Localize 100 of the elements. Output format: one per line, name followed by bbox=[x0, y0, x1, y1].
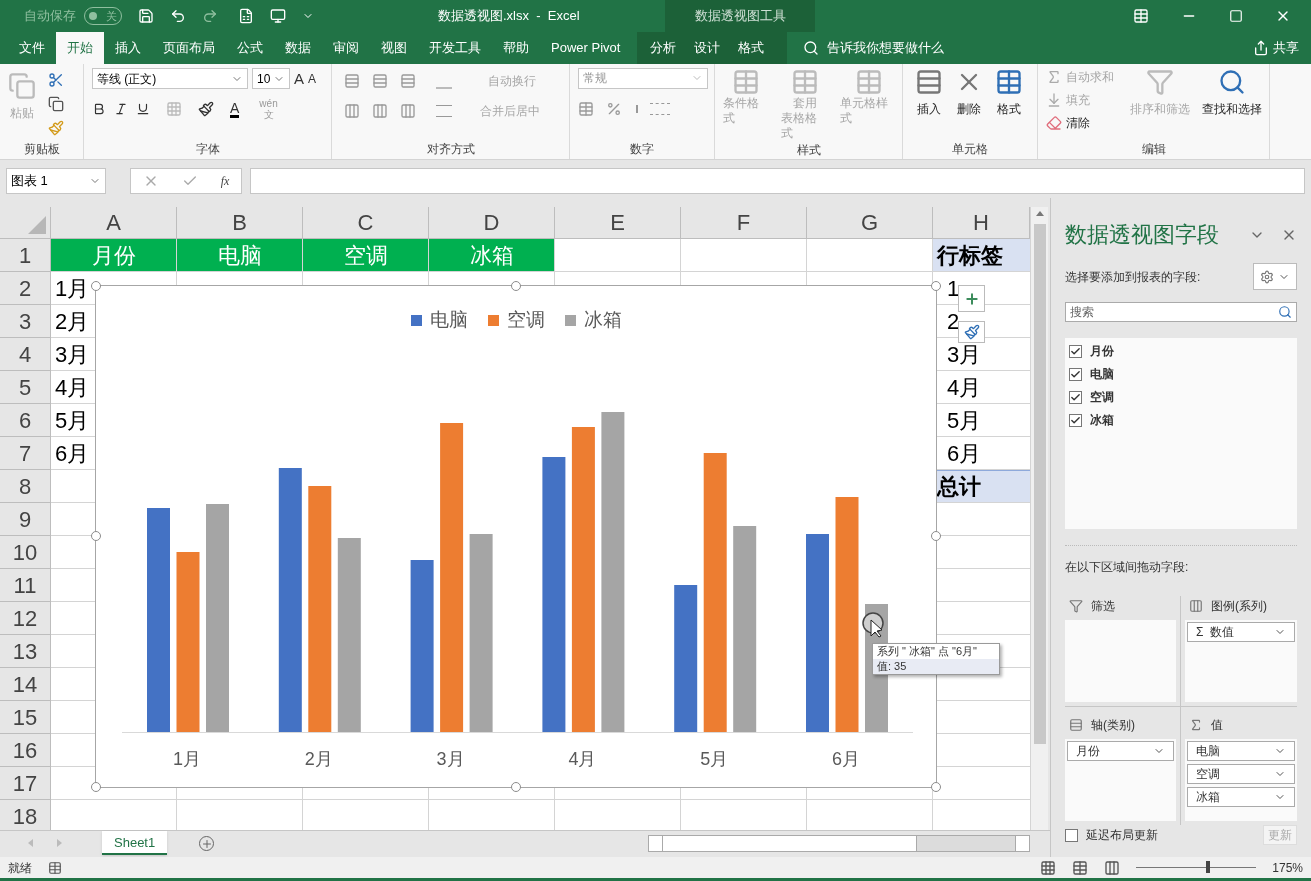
sheet-tab[interactable]: Sheet1 bbox=[102, 831, 168, 856]
checkbox[interactable] bbox=[1069, 367, 1082, 381]
row-header[interactable]: 16 bbox=[0, 734, 51, 768]
ribbon-tab[interactable]: 开始 bbox=[56, 31, 104, 64]
insert-function-button[interactable]: fx bbox=[220, 171, 230, 190]
row-header[interactable]: 17 bbox=[0, 767, 51, 801]
scrollbar-thumb[interactable] bbox=[1033, 224, 1046, 745]
chart-styles-button[interactable] bbox=[958, 321, 985, 344]
field-chip[interactable]: 冰箱 bbox=[1187, 787, 1295, 808]
redo-icon[interactable] bbox=[202, 7, 218, 24]
resize-handle[interactable] bbox=[511, 281, 521, 292]
zoom-slider-thumb[interactable] bbox=[1206, 861, 1211, 874]
row-header[interactable]: 12 bbox=[0, 602, 51, 636]
checkbox[interactable] bbox=[1069, 344, 1082, 358]
nav-right-icon[interactable] bbox=[57, 839, 62, 848]
row-header[interactable]: 13 bbox=[0, 635, 51, 669]
align-right-icon[interactable] bbox=[400, 102, 416, 119]
ribbon-tab[interactable]: 开发工具 bbox=[418, 31, 492, 64]
editing-button[interactable]: 清除 bbox=[1066, 113, 1090, 132]
resize-handle[interactable] bbox=[91, 281, 101, 292]
row-header[interactable]: 4 bbox=[0, 338, 51, 372]
column-header[interactable]: C bbox=[303, 207, 429, 239]
ribbon-tab[interactable]: 视图 bbox=[370, 31, 418, 64]
field-label[interactable]: 月份 bbox=[1090, 342, 1114, 361]
ribbon-tab[interactable]: 设计 bbox=[685, 31, 730, 64]
ribbon-tab[interactable]: 公式 bbox=[226, 31, 274, 64]
search-field[interactable]: 搜索 bbox=[1065, 302, 1297, 323]
scroll-up-icon[interactable] bbox=[1035, 211, 1044, 217]
row-header[interactable]: 2 bbox=[0, 272, 51, 306]
column-header[interactable]: G bbox=[807, 207, 933, 239]
row-header[interactable]: 1 bbox=[0, 239, 51, 273]
row-header[interactable]: 9 bbox=[0, 503, 51, 537]
nav-left-icon[interactable] bbox=[28, 839, 33, 848]
field-chip[interactable]: 空调 bbox=[1187, 764, 1295, 785]
tell-me-field[interactable]: 告诉我你想要做什么 bbox=[827, 37, 945, 58]
comma-icon[interactable] bbox=[634, 104, 638, 113]
ribbon-display-icon[interactable] bbox=[1133, 7, 1149, 24]
resize-handle[interactable] bbox=[931, 782, 941, 793]
cells-button[interactable]: 删除 bbox=[957, 99, 981, 118]
zoom-level[interactable]: 175% bbox=[1272, 858, 1303, 877]
resize-handle[interactable] bbox=[91, 782, 101, 793]
ribbon-tab[interactable]: 审阅 bbox=[322, 31, 370, 64]
defer-label[interactable]: 延迟布局更新 bbox=[1086, 826, 1158, 845]
field-label[interactable]: 冰箱 bbox=[1090, 411, 1114, 430]
align-top-icon[interactable] bbox=[344, 72, 360, 89]
align-center-icon[interactable] bbox=[372, 102, 388, 119]
field-label[interactable]: 电脑 bbox=[1090, 365, 1114, 384]
accounting-icon[interactable] bbox=[578, 100, 594, 117]
save-icon[interactable] bbox=[138, 7, 154, 24]
cut-icon[interactable] bbox=[48, 71, 64, 88]
ribbon-tab[interactable]: 分析 bbox=[641, 31, 686, 64]
copy-icon[interactable] bbox=[48, 95, 64, 112]
column-header[interactable]: D bbox=[429, 207, 555, 239]
share-button[interactable]: 共享 bbox=[1273, 37, 1299, 58]
italic-icon[interactable] bbox=[114, 102, 128, 117]
decimal-icon[interactable] bbox=[650, 102, 670, 115]
resize-handle[interactable] bbox=[931, 281, 941, 292]
maximize-icon[interactable] bbox=[1229, 8, 1243, 23]
scrollbar-thumb[interactable] bbox=[663, 836, 917, 852]
resize-handle[interactable] bbox=[91, 531, 101, 542]
field-chip[interactable]: 月份 bbox=[1067, 741, 1174, 762]
font-name-field[interactable]: 等线 (正文) bbox=[92, 68, 248, 90]
page-layout-icon[interactable] bbox=[1072, 859, 1089, 876]
find-select-button[interactable]: 查找和选择 bbox=[1202, 99, 1262, 118]
ribbon-tab[interactable]: 数据 bbox=[274, 31, 322, 64]
column-header[interactable]: F bbox=[681, 207, 807, 239]
normal-view-icon[interactable] bbox=[1040, 859, 1057, 876]
align-bottom-icon[interactable] bbox=[400, 72, 416, 89]
print-icon[interactable] bbox=[270, 7, 286, 24]
formula-field[interactable] bbox=[250, 167, 1305, 194]
font-size-field[interactable]: 10 bbox=[252, 68, 290, 90]
pivot-icon[interactable] bbox=[238, 7, 254, 24]
resize-handle[interactable] bbox=[931, 531, 941, 542]
row-header[interactable]: 14 bbox=[0, 668, 51, 702]
row-header[interactable]: 11 bbox=[0, 569, 51, 603]
format-painter-icon[interactable] bbox=[48, 119, 64, 136]
font-color-button[interactable]: A bbox=[230, 100, 240, 118]
align-left-icon[interactable] bbox=[344, 102, 360, 119]
ribbon-tab[interactable]: 格式 bbox=[729, 31, 774, 64]
undo-icon[interactable] bbox=[170, 7, 186, 24]
page-break-icon[interactable] bbox=[1104, 859, 1121, 876]
checkbox[interactable] bbox=[1069, 390, 1082, 404]
field-label[interactable]: 空调 bbox=[1090, 388, 1114, 407]
indent-icon[interactable] bbox=[436, 104, 452, 117]
resize-handle[interactable] bbox=[511, 782, 521, 793]
row-header[interactable]: 5 bbox=[0, 371, 51, 405]
column-header[interactable]: A bbox=[51, 207, 177, 239]
shrink-font-button[interactable]: A bbox=[308, 69, 317, 88]
row-header[interactable]: 10 bbox=[0, 536, 51, 570]
underline-icon[interactable] bbox=[136, 102, 150, 117]
ribbon-tab[interactable]: 文件 bbox=[8, 31, 56, 64]
ribbon-tab[interactable]: Power Pivot bbox=[540, 31, 632, 64]
chart-elements-button[interactable] bbox=[958, 285, 985, 313]
fill-color-icon[interactable] bbox=[198, 101, 214, 118]
row-header[interactable]: 8 bbox=[0, 470, 51, 504]
field-chip[interactable]: 电脑 bbox=[1187, 741, 1295, 762]
tools-button[interactable] bbox=[1253, 263, 1297, 291]
ribbon-tab[interactable]: 页面布局 bbox=[152, 31, 226, 64]
percent-icon[interactable] bbox=[606, 100, 622, 117]
field-chip[interactable]: Σ 数值 bbox=[1187, 622, 1295, 643]
